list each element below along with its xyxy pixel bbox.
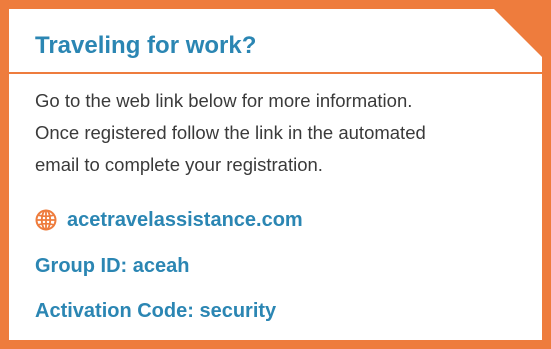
corner-triangle-decoration	[485, 9, 542, 66]
travel-info-card: Traveling for work? Go to the web link b…	[0, 0, 551, 349]
globe-icon	[35, 209, 57, 231]
group-id-text: Group ID: aceah	[35, 255, 190, 277]
instructions-line-2: Once registered follow the link in the a…	[35, 122, 426, 143]
instructions-line-1: Go to the web link below for more inform…	[35, 90, 413, 111]
card-title: Traveling for work?	[35, 32, 257, 59]
title-divider	[9, 72, 542, 74]
activation-code-text: Activation Code: security	[35, 300, 277, 322]
website-link[interactable]: acetravelassistance.com	[35, 207, 303, 233]
instructions-line-3: email to complete your registration.	[35, 154, 323, 175]
website-link-text[interactable]: acetravelassistance.com	[67, 207, 303, 233]
instructions-text: Go to the web link below for more inform…	[35, 85, 535, 181]
